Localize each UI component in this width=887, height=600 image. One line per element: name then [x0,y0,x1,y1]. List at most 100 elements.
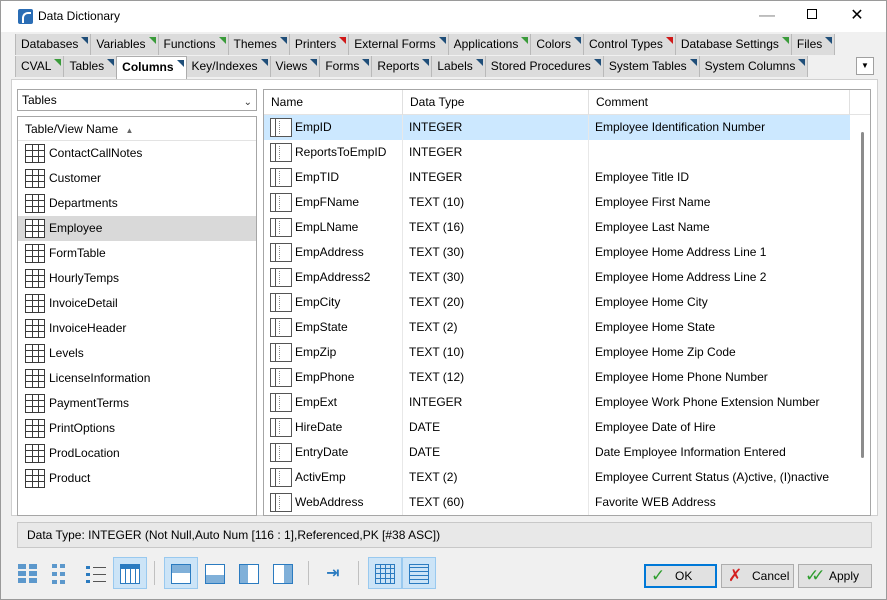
tab-key-indexes[interactable]: Key/Indexes [185,56,271,77]
tab-functions[interactable]: Functions [157,34,229,55]
table-row[interactable]: ReportsToEmpID INTEGER [264,140,850,165]
apply-button[interactable]: ✓✓ Apply [798,564,872,588]
tabs-dropdown-button[interactable]: ▼ [856,57,874,75]
table-row[interactable]: EmpCity TEXT (20) Employee Home City [264,290,850,315]
tab-views[interactable]: Views [269,56,321,77]
row-lines-icon [409,564,429,584]
layout-top-button[interactable] [164,557,198,589]
object-type-select[interactable]: Tables ⌄ [17,89,257,111]
tab-external-forms[interactable]: External Forms [348,34,449,55]
cell-name-text: EmpLName [295,220,359,234]
table-row[interactable]: HireDate DATE Employee Date of Hire [264,415,850,440]
tab-tables[interactable]: Tables [63,56,118,77]
tab-flag-green-icon [521,37,529,44]
maximize-button[interactable] [789,1,835,32]
tab-columns[interactable]: Columns [116,56,187,79]
tab-variables[interactable]: Variables [90,34,159,55]
table-list-item[interactable]: InvoiceDetail [18,291,256,316]
small-icons-icon [52,564,72,584]
table-row[interactable]: EmpAddress2 TEXT (30) Employee Home Addres… [264,265,850,290]
table-row[interactable]: EmpState TEXT (2) Employee Home State [264,315,850,340]
cell-comment: Favorite WEB Address [595,495,716,509]
row-lines-button[interactable] [402,557,436,589]
column-header-name[interactable]: Name [264,90,403,115]
tab-printers[interactable]: Printers [288,34,350,55]
table-list-item[interactable]: Levels [18,341,256,366]
table-list-header[interactable]: Table/View Name ▲ [18,117,256,141]
cell-type: TEXT (10) [403,190,589,215]
table-icon [25,469,45,488]
table-list-item[interactable]: InvoiceHeader [18,316,256,341]
small-icons-button[interactable] [45,557,79,589]
table-row[interactable]: EmpAddress TEXT (30) Employee Home Address… [264,240,850,265]
cell-name: EmpZip [264,340,403,365]
table-row[interactable]: EmpFName TEXT (10) Employee First Name [264,190,850,215]
table-row[interactable]: EmpLName TEXT (16) Employee Last Name [264,215,850,240]
grid-lines-button[interactable] [368,557,402,589]
tab-cval[interactable]: CVAL [15,56,65,77]
columns-grid-scrollbar[interactable] [861,132,864,458]
ok-button[interactable]: ✓ OK [644,564,717,588]
status-bar: Data Type: INTEGER (Not Null,Auto Num [1… [17,522,872,548]
table-list-item[interactable]: ContactCallNotes [18,141,256,166]
tab-label: Variables [96,37,146,51]
cancel-button[interactable]: ✗ Cancel [721,564,794,588]
layout-bottom-button[interactable] [198,557,232,589]
table-name: Levels [49,346,84,360]
column-header-type[interactable]: Data Type [403,90,589,115]
fit-columns-button[interactable]: ⇥ [316,557,350,589]
table-list-item[interactable]: FormTable [18,241,256,266]
tab-system-tables[interactable]: System Tables [602,56,700,77]
tab-label: Control Types [589,37,663,51]
table-row[interactable]: EmpExt INTEGER Employee Work Phone Extensi… [264,390,850,415]
table-list-item[interactable]: Product [18,466,256,491]
table-row[interactable]: EmpZip TEXT (10) Employee Home Zip Code [264,340,850,365]
table-row[interactable]: EmpPhone TEXT (12) Employee Home Phone Num… [264,365,850,390]
close-button[interactable]: ✕ [834,1,880,32]
table-row[interactable]: WebAddress TEXT (60) Favorite WEB Address [264,490,850,515]
layout-left-button[interactable] [232,557,266,589]
ok-button-label: OK [675,569,693,583]
column-field-icon [270,193,292,212]
details-view-icon [120,564,140,584]
tab-applications[interactable]: Applications [447,34,532,55]
cell-comment: Employee Home State [595,320,716,334]
table-list-item[interactable]: PrintOptions [18,416,256,441]
table-name: LicenseInformation [49,371,151,385]
tab-databases[interactable]: Databases [15,34,92,55]
large-icons-button[interactable] [11,557,45,589]
cell-name-text: ReportsToEmpID [295,145,387,159]
table-list-item[interactable]: Customer [18,166,256,191]
table-list-item[interactable]: PaymentTerms [18,391,256,416]
details-view-button[interactable] [113,557,147,589]
table-list-item[interactable]: LicenseInformation [18,366,256,391]
table-row[interactable]: ActivEmp TEXT (2) Employee Current Status … [264,465,850,490]
cell-type: DATE [403,440,589,465]
table-row[interactable]: EmpTID INTEGER Employee Title ID [264,165,850,190]
table-row[interactable]: EmpID INTEGER Employee Identification Numb… [264,115,850,140]
table-list: Table/View Name ▲ ContactCallNotes Custom… [17,116,257,516]
table-list-item[interactable]: Employee [18,216,256,241]
tab-flag-green-icon [54,59,62,66]
tab-themes[interactable]: Themes [227,34,290,55]
table-name: Departments [49,196,118,210]
large-icons-icon [18,564,38,584]
table-list-item[interactable]: ProdLocation [18,441,256,466]
tab-forms[interactable]: Forms [319,56,373,77]
tab-stored-procedures[interactable]: Stored Procedures [484,56,604,77]
table-list-item[interactable]: Departments [18,191,256,216]
tab-database-settings[interactable]: Database Settings [674,34,792,55]
column-header-comment[interactable]: Comment [589,90,850,115]
window-title: Data Dictionary [38,9,121,23]
list-view-button[interactable] [79,557,113,589]
table-row[interactable]: EntryDate DATE Date Employee Information E… [264,440,850,465]
minimize-button[interactable]: — [744,1,790,32]
table-list-item[interactable]: HourlyTemps [18,266,256,291]
tab-labels[interactable]: Labels [431,56,486,77]
tab-colors[interactable]: Colors [530,34,585,55]
layout-right-button[interactable] [266,557,300,589]
tab-control-types[interactable]: Control Types [583,34,676,55]
tab-reports[interactable]: Reports [371,56,433,77]
tab-files[interactable]: Files [790,34,836,55]
tab-system-columns[interactable]: System Columns [698,56,809,77]
